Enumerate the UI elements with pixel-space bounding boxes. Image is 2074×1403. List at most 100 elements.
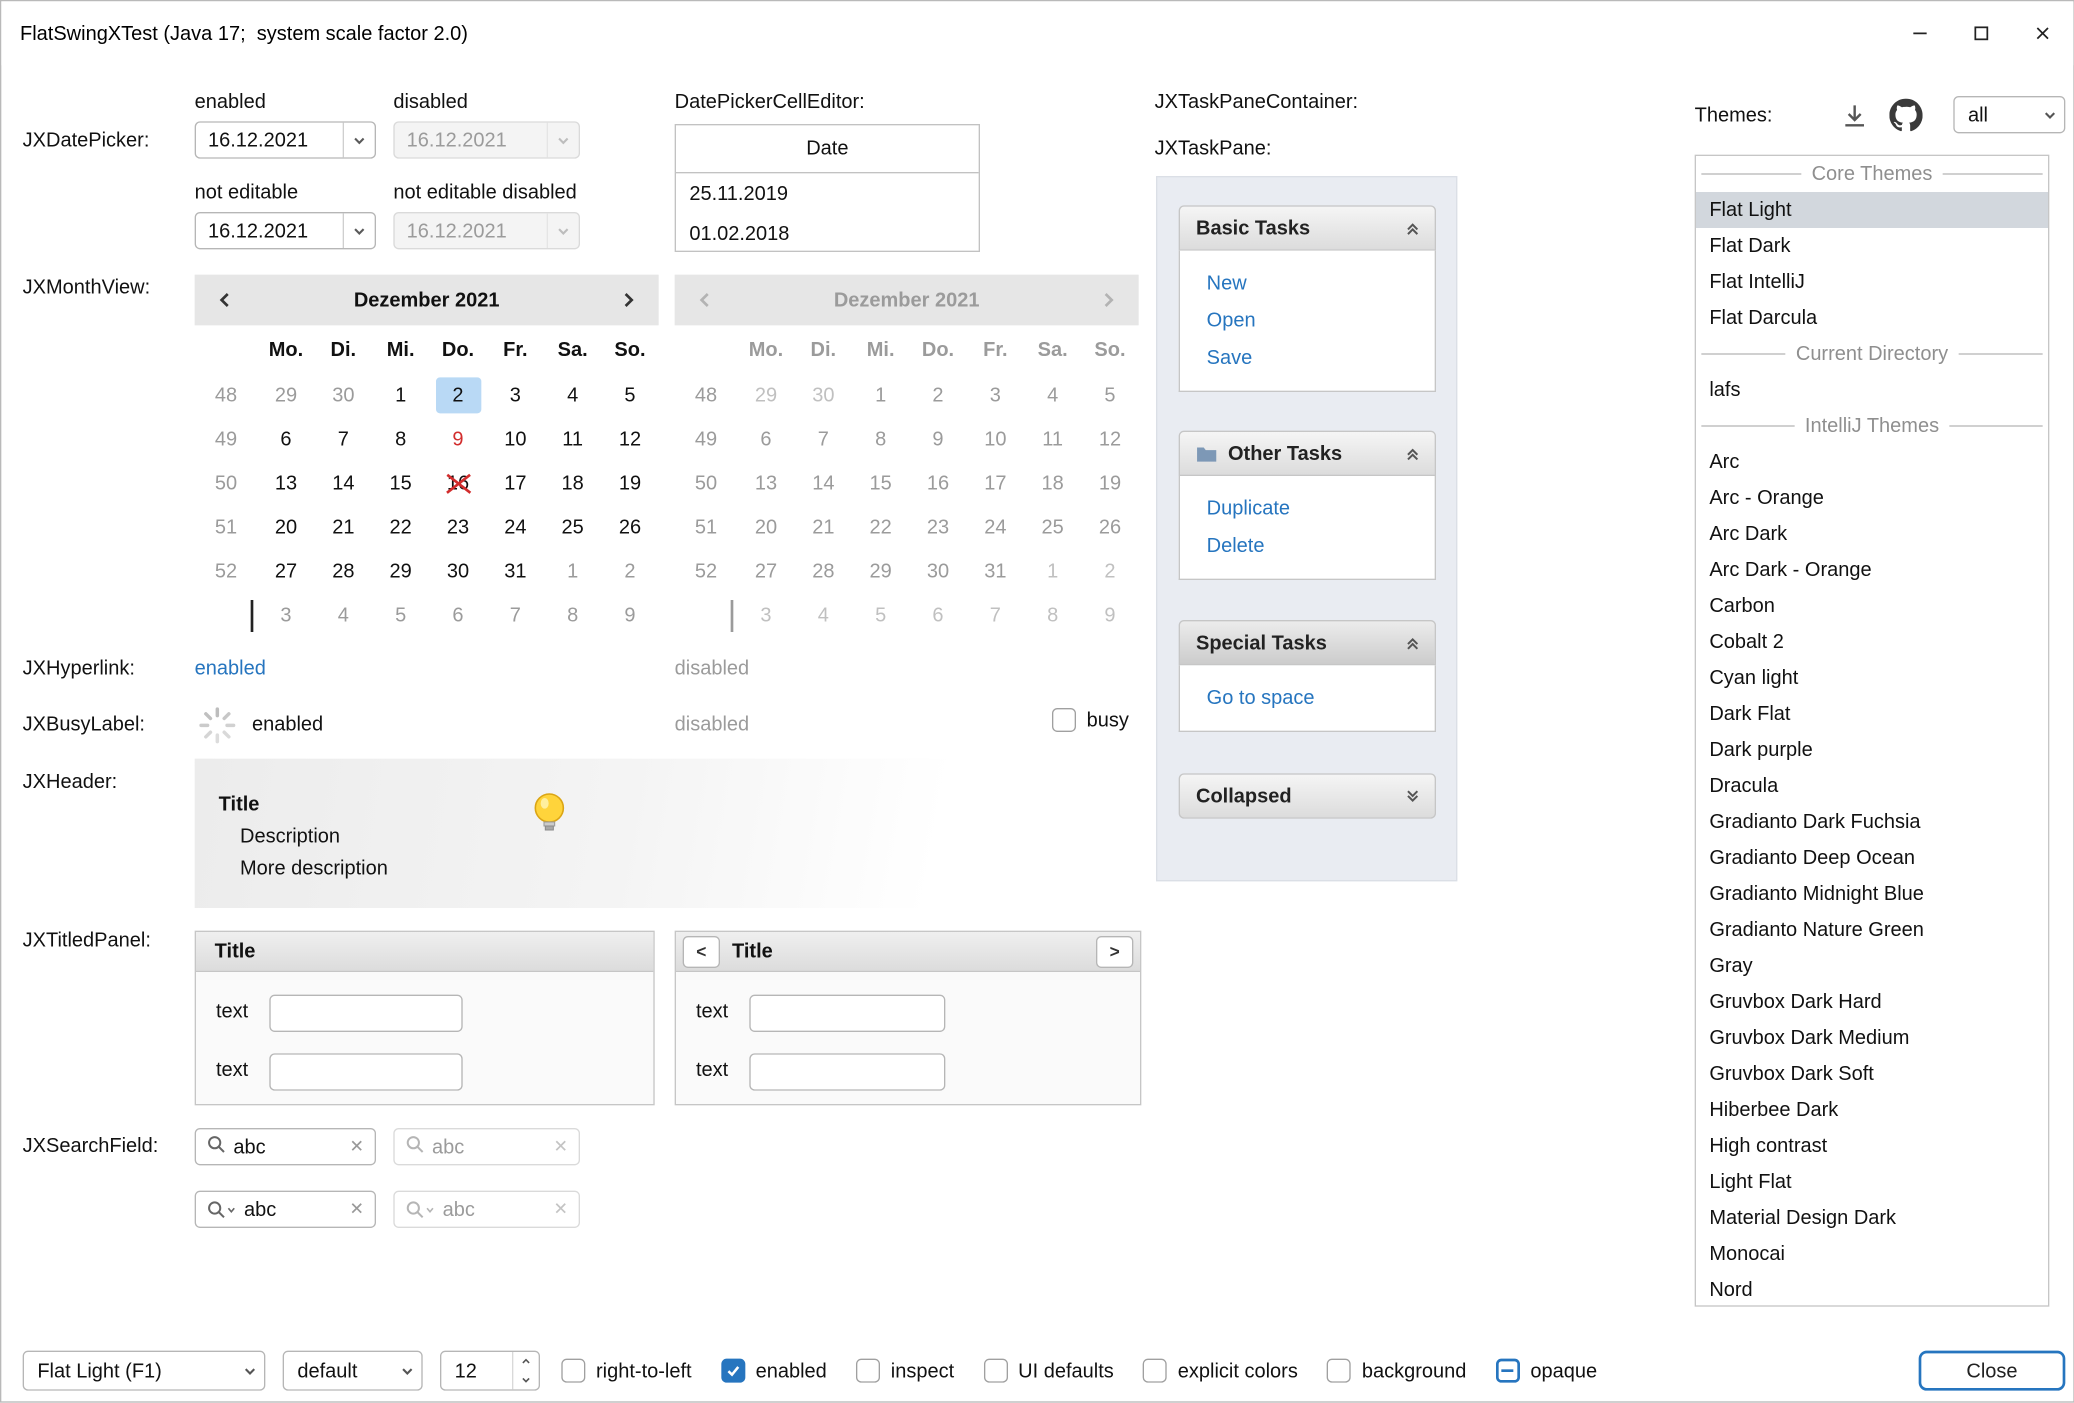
- laf-combo[interactable]: Flat Light (F1): [23, 1351, 266, 1391]
- theme-list-item[interactable]: Gruvbox Dark Medium: [1696, 1020, 2048, 1056]
- calendar-dropdown-button[interactable]: [343, 123, 375, 158]
- calendar-day[interactable]: 5: [601, 373, 658, 417]
- theme-list-item[interactable]: Light Flat: [1696, 1164, 2048, 1200]
- calendar-day[interactable]: 31: [487, 549, 544, 593]
- calendar-day[interactable]: 1: [372, 373, 429, 417]
- calendar-day[interactable]: 17: [487, 461, 544, 505]
- github-icon[interactable]: [1888, 97, 1923, 132]
- search-field-with-menu[interactable]: abc ✕: [195, 1191, 376, 1228]
- calendar-day[interactable]: 14: [315, 461, 372, 505]
- theme-list-item[interactable]: Gruvbox Dark Soft: [1696, 1056, 2048, 1092]
- collapse-chevron-up-icon[interactable]: [1404, 219, 1421, 236]
- taskpane-link-save[interactable]: Save: [1180, 340, 1435, 377]
- calendar-day[interactable]: 13: [257, 461, 314, 505]
- close-button[interactable]: Close: [1919, 1351, 2066, 1391]
- calendar-day[interactable]: 19: [601, 461, 658, 505]
- calendar-day[interactable]: 9: [429, 417, 486, 461]
- minimize-button[interactable]: [1889, 1, 1950, 65]
- themes-filter-combo[interactable]: all: [1953, 96, 2065, 133]
- spinner-value[interactable]: 12: [441, 1352, 512, 1389]
- text-input[interactable]: [749, 995, 945, 1032]
- calendar-day[interactable]: 2: [601, 549, 658, 593]
- calendar-day[interactable]: 3: [257, 593, 314, 637]
- calendar-day[interactable]: 24: [487, 505, 544, 549]
- calendar-day[interactable]: 20: [257, 505, 314, 549]
- titled-panel-prev-button[interactable]: <: [683, 935, 720, 967]
- checkbox-explicit-colors[interactable]: explicit colors: [1143, 1359, 1298, 1383]
- checkbox-box[interactable]: [561, 1359, 585, 1383]
- close-window-button[interactable]: [2012, 1, 2073, 65]
- checkbox-ui-defaults[interactable]: UI defaults: [983, 1359, 1113, 1383]
- collapse-chevron-up-icon[interactable]: [1404, 445, 1421, 462]
- date-value[interactable]: 16.12.2021: [196, 129, 343, 152]
- clear-icon[interactable]: ✕: [349, 1136, 364, 1157]
- theme-list-item[interactable]: Dracula: [1696, 768, 2048, 804]
- text-input[interactable]: [269, 1053, 462, 1090]
- theme-list-item[interactable]: Arc Dark: [1696, 516, 2048, 552]
- theme-list-item[interactable]: Carbon: [1696, 588, 2048, 624]
- taskpane-link-delete[interactable]: Delete: [1180, 528, 1435, 565]
- calendar-day[interactable]: 15: [372, 461, 429, 505]
- theme-list-item[interactable]: Gradianto Deep Ocean: [1696, 840, 2048, 876]
- theme-list-item[interactable]: Monocai: [1696, 1236, 2048, 1272]
- calendar-dropdown-button[interactable]: [343, 213, 375, 248]
- calendar-day[interactable]: 7: [487, 593, 544, 637]
- collapse-chevron-down-icon[interactable]: [1404, 787, 1421, 804]
- datepicker-field-noteditable[interactable]: 16.12.2021: [195, 212, 376, 249]
- theme-list-item[interactable]: lafs: [1696, 372, 2048, 408]
- theme-list-item[interactable]: Dark purple: [1696, 732, 2048, 768]
- theme-list-item[interactable]: Gradianto Nature Green: [1696, 912, 2048, 948]
- theme-list-item[interactable]: Cyan light: [1696, 660, 2048, 696]
- calendar-day[interactable]: 30: [429, 549, 486, 593]
- calendar-day[interactable]: 21: [315, 505, 372, 549]
- theme-list-item[interactable]: Flat IntelliJ: [1696, 264, 2048, 300]
- taskpane-header[interactable]: Basic Tasks: [1179, 205, 1436, 250]
- checkbox-box[interactable]: [856, 1359, 880, 1383]
- collapse-chevron-up-icon[interactable]: [1404, 634, 1421, 651]
- calendar-day[interactable]: 3: [487, 373, 544, 417]
- checkbox-box[interactable]: [721, 1359, 745, 1383]
- theme-list-item[interactable]: Arc: [1696, 444, 2048, 480]
- calendar-day[interactable]: 4: [544, 373, 601, 417]
- checkbox-inspect[interactable]: inspect: [856, 1359, 954, 1383]
- calendar-day[interactable]: 11: [544, 417, 601, 461]
- text-input[interactable]: [269, 995, 462, 1032]
- calendar-day[interactable]: 6: [429, 593, 486, 637]
- taskpane-link-new[interactable]: New: [1180, 265, 1435, 302]
- taskpane-header[interactable]: Collapsed: [1179, 773, 1436, 818]
- theme-list-item[interactable]: Gradianto Dark Fuchsia: [1696, 804, 2048, 840]
- checkbox-opaque[interactable]: opaque: [1496, 1359, 1597, 1383]
- taskpane-link-go-to-space[interactable]: Go to space: [1180, 680, 1435, 717]
- theme-list-item[interactable]: Gruvbox Dark Hard: [1696, 984, 2048, 1020]
- theme-list-item[interactable]: Material Design Dark: [1696, 1200, 2048, 1236]
- taskpane-header[interactable]: Other Tasks: [1179, 431, 1436, 476]
- style-combo[interactable]: default: [283, 1351, 423, 1391]
- theme-list-item[interactable]: Arc Dark - Orange: [1696, 552, 2048, 588]
- calendar-day[interactable]: 10: [487, 417, 544, 461]
- checkbox-box[interactable]: [1143, 1359, 1167, 1383]
- theme-list-item[interactable]: Flat Darcula: [1696, 300, 2048, 336]
- spinner-down-button[interactable]: [513, 1371, 538, 1390]
- calendar-day[interactable]: 6: [257, 417, 314, 461]
- calendar-day[interactable]: 25: [544, 505, 601, 549]
- calendar-day[interactable]: 30: [315, 373, 372, 417]
- theme-list-item[interactable]: Hiberbee Dark: [1696, 1092, 2048, 1128]
- search-input[interactable]: abc: [233, 1135, 341, 1158]
- clear-icon[interactable]: ✕: [349, 1199, 364, 1220]
- calendar-day[interactable]: 7: [315, 417, 372, 461]
- font-size-spinner[interactable]: 12: [440, 1351, 540, 1391]
- checkbox-box[interactable]: [1496, 1359, 1520, 1383]
- checkbox-background[interactable]: background: [1327, 1359, 1466, 1383]
- datepicker-field-enabled[interactable]: 16.12.2021: [195, 121, 376, 158]
- calendar-day[interactable]: 2: [429, 373, 486, 417]
- checkbox-busy[interactable]: busy: [1052, 708, 1129, 732]
- calendar-day[interactable]: 5: [372, 593, 429, 637]
- calendar-day[interactable]: 12: [601, 417, 658, 461]
- calendar-day[interactable]: 9: [601, 593, 658, 637]
- taskpane-link-duplicate[interactable]: Duplicate: [1180, 491, 1435, 528]
- spinner-up-button[interactable]: [513, 1352, 538, 1371]
- search-field[interactable]: abc ✕: [195, 1128, 376, 1165]
- theme-list-item[interactable]: Gray: [1696, 948, 2048, 984]
- calendar-day[interactable]: 1: [544, 549, 601, 593]
- theme-list-item[interactable]: Nord: [1696, 1272, 2048, 1307]
